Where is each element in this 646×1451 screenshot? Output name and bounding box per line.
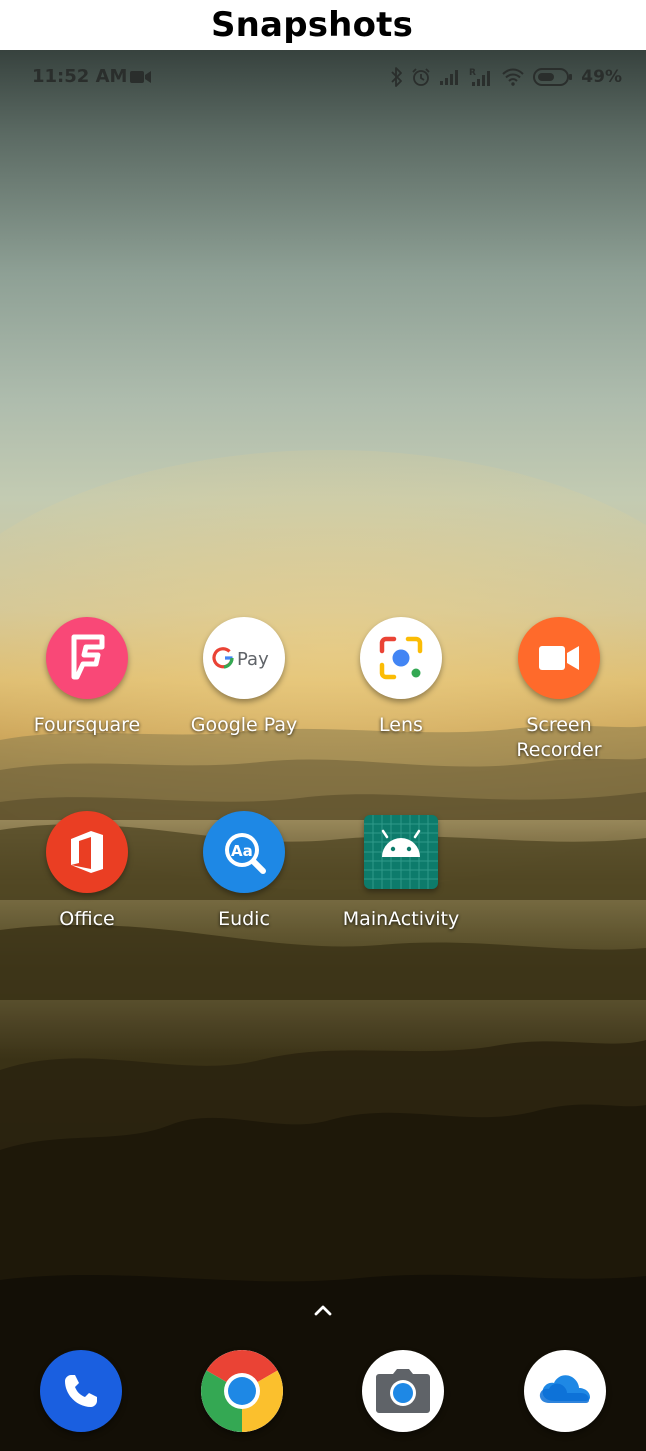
svg-text:Aa: Aa [231, 842, 253, 860]
wifi-icon [502, 68, 525, 86]
app-label: Office [59, 908, 115, 930]
status-time: 11:52 AM [32, 66, 128, 87]
app-label: Google Pay [190, 714, 298, 736]
app-label: Screen Recorder [516, 714, 602, 761]
signal-roaming-icon: R [469, 68, 491, 86]
app-office[interactable]: Office [17, 811, 157, 961]
signal-icon [440, 70, 459, 85]
alarm-icon [412, 68, 430, 86]
status-bar: 11:52 AM R 49% [0, 50, 646, 106]
app-mainactivity[interactable]: MainActivity [331, 811, 471, 961]
battery-percent: 49% [581, 67, 622, 87]
screen-recorder-icon [518, 617, 600, 699]
phone-icon[interactable] [40, 1350, 122, 1432]
camera-icon[interactable] [362, 1350, 444, 1432]
app-eudic[interactable]: Aa Eudic [174, 811, 314, 961]
lens-icon [360, 617, 442, 699]
page-header: Snapshots [0, 0, 646, 50]
app-label: Eudic [218, 908, 270, 930]
eudic-icon: Aa [203, 811, 285, 893]
svg-text:R: R [469, 68, 476, 78]
google-pay-icon: Pay [203, 617, 285, 699]
app-screen-recorder[interactable]: Screen Recorder [489, 617, 629, 767]
app-foursquare[interactable]: Foursquare [17, 617, 157, 767]
bluetooth-icon [391, 67, 403, 87]
foursquare-icon [46, 617, 128, 699]
phone-screen: 11:52 AM R 49% Foursquare Pay Google Pay… [0, 50, 646, 1451]
chrome-icon[interactable] [201, 1350, 283, 1432]
onedrive-icon[interactable] [524, 1350, 606, 1432]
app-lens[interactable]: Lens [331, 617, 471, 767]
video-camera-icon [130, 71, 151, 83]
page-title: Snapshots [210, 5, 414, 45]
app-label: MainActivity [342, 908, 460, 930]
android-icon [364, 815, 438, 889]
office-icon [46, 811, 128, 893]
chevron-up-icon[interactable] [311, 1300, 335, 1320]
app-label: Lens [379, 714, 423, 736]
battery-icon [533, 68, 573, 86]
status-icons: R 49% [391, 64, 622, 90]
app-label: Foursquare [33, 714, 141, 736]
svg-text:Pay: Pay [237, 649, 269, 670]
app-google-pay[interactable]: Pay Google Pay [174, 617, 314, 767]
